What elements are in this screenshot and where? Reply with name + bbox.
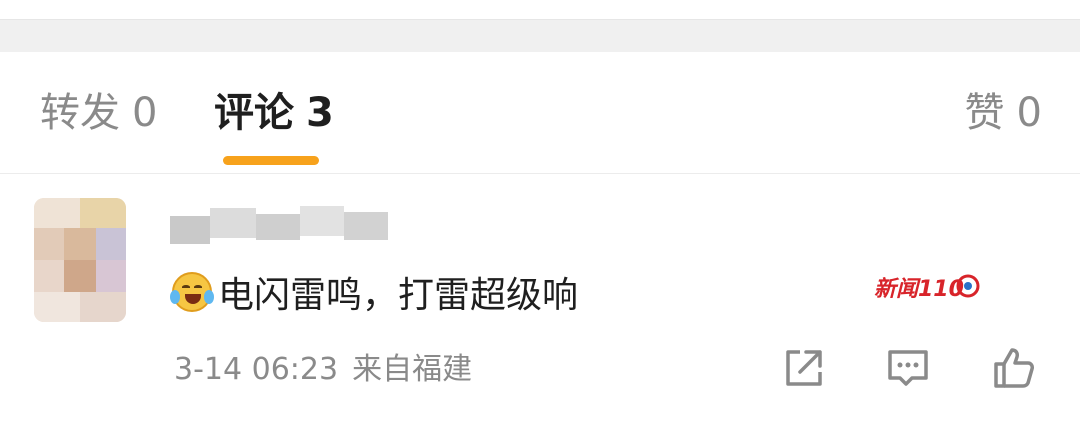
username-blurred[interactable] bbox=[170, 202, 388, 246]
tab-like-label: 赞 bbox=[964, 90, 1005, 136]
active-tab-indicator bbox=[223, 156, 319, 165]
tab-bar: 转发 0 评论 3 赞0 bbox=[0, 52, 1080, 174]
share-icon[interactable] bbox=[780, 344, 828, 392]
comment-item: 电闪雷鸣，打雷超级响 新闻110 3-14 06:23 来自福建 bbox=[0, 174, 1080, 429]
tab-like[interactable]: 赞0 bbox=[965, 88, 1042, 138]
tab-comment-label: 评论 bbox=[214, 90, 294, 136]
thumbs-up-icon[interactable] bbox=[990, 344, 1038, 392]
news-110-badge-icon: 新闻110 bbox=[874, 274, 980, 302]
tab-like-count: 0 bbox=[1016, 90, 1042, 136]
tab-comment-count: 3 bbox=[306, 90, 334, 136]
comment-location: 来自福建 bbox=[352, 352, 473, 387]
badge-text: 新闻110 bbox=[874, 276, 964, 302]
comment-time: 3-14 06:23 bbox=[174, 352, 339, 387]
comment-icon[interactable] bbox=[884, 344, 932, 392]
previous-card bbox=[0, 0, 1080, 20]
tab-comment[interactable]: 评论 3 bbox=[214, 88, 334, 138]
laugh-cry-emoji-icon bbox=[170, 272, 214, 312]
comment-text: 电闪雷鸣，打雷超级响 bbox=[218, 275, 579, 316]
comment-body: 电闪雷鸣，打雷超级响 bbox=[170, 268, 579, 316]
tab-repost-label: 转发 bbox=[40, 90, 120, 136]
section-divider bbox=[0, 20, 1080, 52]
tab-repost[interactable]: 转发 0 bbox=[40, 88, 157, 138]
comment-meta: 3-14 06:23 来自福建 bbox=[174, 350, 472, 390]
avatar[interactable] bbox=[34, 198, 126, 322]
tab-repost-count: 0 bbox=[132, 90, 158, 136]
